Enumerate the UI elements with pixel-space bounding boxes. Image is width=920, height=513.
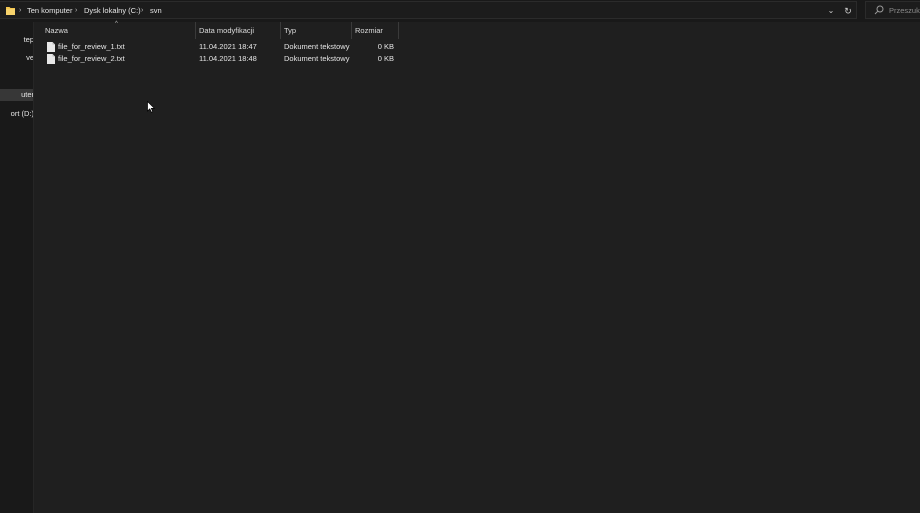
navigation-pane[interactable]: tep ve uter ort (D:) bbox=[0, 22, 34, 513]
breadcrumb-item-svn[interactable]: svn bbox=[150, 6, 162, 16]
file-list[interactable]: ^ Nazwa Data modyfikacji Typ Rozmiar fil… bbox=[34, 21, 920, 513]
search-input[interactable]: Przeszuka bbox=[865, 1, 920, 19]
nav-item-label: ve bbox=[26, 53, 34, 62]
nav-item-label: uter bbox=[21, 90, 34, 99]
column-header-type[interactable]: Typ bbox=[284, 22, 350, 39]
breadcrumb-separator-icon: › bbox=[19, 7, 22, 14]
search-icon bbox=[874, 5, 884, 15]
nav-item-label: ort (D:) bbox=[10, 109, 34, 118]
nav-item-this-pc[interactable]: uter bbox=[0, 89, 34, 101]
file-row[interactable]: file_for_review_1.txt 11.04.2021 18:47 D… bbox=[43, 41, 403, 53]
nav-item-drive-d[interactable]: ort (D:) bbox=[0, 108, 34, 120]
folder-icon bbox=[6, 7, 15, 15]
column-divider[interactable] bbox=[351, 22, 352, 39]
file-size: 0 KB bbox=[377, 42, 394, 51]
file-size: 0 KB bbox=[377, 54, 394, 63]
column-divider[interactable] bbox=[195, 22, 196, 39]
breadcrumb-separator-icon[interactable]: › bbox=[75, 6, 77, 16]
file-name: file_for_review_1.txt bbox=[58, 42, 125, 51]
chevron-down-icon[interactable]: ⌄ bbox=[826, 6, 836, 16]
search-placeholder: Przeszuka bbox=[889, 6, 920, 15]
nav-item-label: tep bbox=[23, 35, 34, 44]
nav-item-desktop[interactable]: tep bbox=[0, 34, 34, 46]
text-file-icon bbox=[47, 54, 55, 64]
file-date: 11.04.2021 18:47 bbox=[199, 42, 257, 51]
breadcrumb-item-dysk-lokalny[interactable]: Dysk lokalny (C:) bbox=[84, 6, 141, 16]
file-row[interactable]: file_for_review_2.txt 11.04.2021 18:48 D… bbox=[43, 53, 403, 65]
column-header-size[interactable]: Rozmiar bbox=[355, 22, 397, 39]
nav-item-onedrive[interactable]: ve bbox=[0, 52, 34, 64]
column-header-name[interactable]: Nazwa bbox=[45, 22, 195, 39]
column-header-date[interactable]: Data modyfikacji bbox=[199, 22, 279, 39]
address-bar[interactable]: › Ten komputer › Dysk lokalny (C:) › svn… bbox=[0, 1, 857, 19]
column-divider[interactable] bbox=[398, 22, 399, 39]
file-type: Dokument tekstowy bbox=[284, 42, 350, 51]
refresh-icon[interactable]: ↻ bbox=[842, 5, 854, 17]
file-name: file_for_review_2.txt bbox=[58, 54, 125, 63]
mouse-cursor-icon bbox=[147, 101, 155, 113]
text-file-icon bbox=[47, 42, 55, 52]
breadcrumb-separator-icon[interactable]: › bbox=[141, 6, 143, 16]
file-date: 11.04.2021 18:48 bbox=[199, 54, 257, 63]
breadcrumb-item-ten-komputer[interactable]: Ten komputer bbox=[27, 6, 72, 16]
column-divider[interactable] bbox=[280, 22, 281, 39]
file-type: Dokument tekstowy bbox=[284, 54, 350, 63]
title-bar: › Ten komputer › Dysk lokalny (C:) › svn… bbox=[0, 0, 920, 22]
